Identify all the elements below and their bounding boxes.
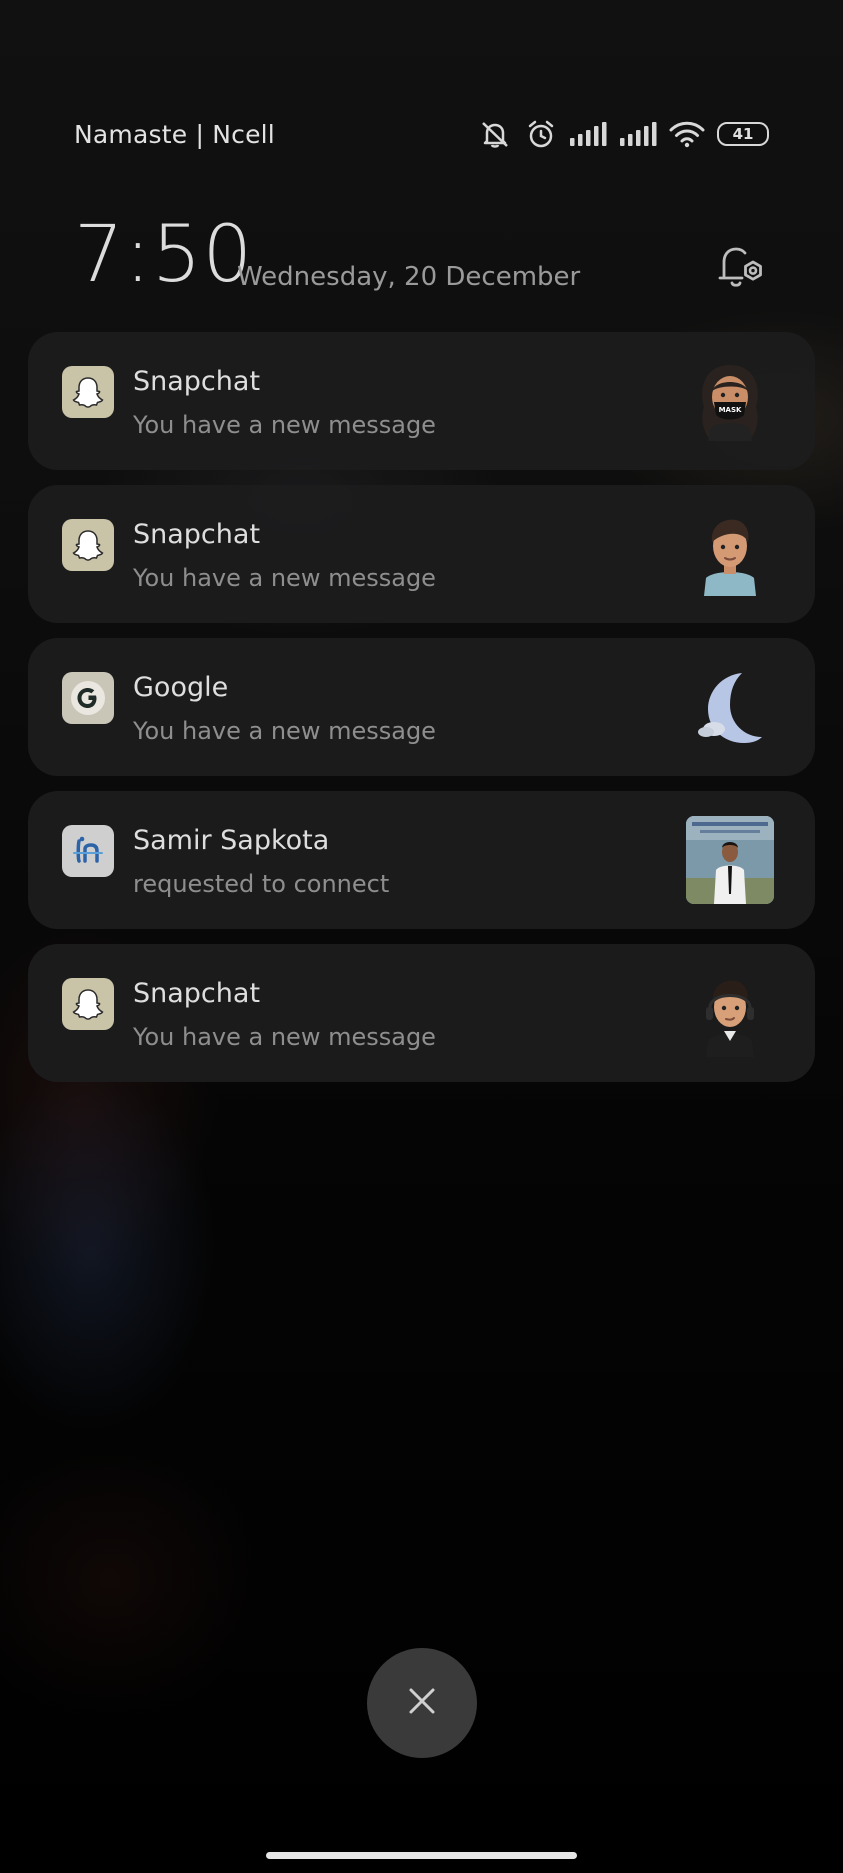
notification-app-name: Google — [133, 672, 229, 703]
profile-photo — [686, 816, 774, 904]
battery-level: 41 — [732, 125, 754, 143]
notification-card[interactable]: Snapchat You have a new message — [28, 485, 815, 623]
notification-card[interactable]: Samir Sapkota requested to connect — [28, 791, 815, 929]
notification-text: You have a new message — [133, 1023, 436, 1051]
notification-text: requested to connect — [133, 870, 390, 898]
notification-text: You have a new message — [133, 717, 436, 745]
notification-app-name: Samir Sapkota — [133, 825, 330, 856]
home-indicator[interactable] — [266, 1852, 577, 1859]
moon-icon — [686, 663, 774, 751]
notification-app-name: Snapchat — [133, 978, 261, 1009]
alarm-icon — [525, 119, 557, 149]
notification-settings-icon[interactable] — [714, 240, 768, 294]
signal-icon — [569, 121, 607, 147]
battery-icon: 41 — [717, 122, 769, 146]
date: Wednesday, 20 December — [237, 262, 581, 292]
notification-card[interactable]: Snapchat You have a new message — [28, 944, 815, 1082]
snapchat-icon — [62, 978, 114, 1030]
notification-list: Snapchat You have a new message MASK Sna… — [28, 332, 815, 1097]
silent-bell-icon — [477, 119, 513, 149]
snapchat-icon — [62, 366, 114, 418]
status-icons: 41 — [477, 119, 769, 149]
google-icon — [62, 672, 114, 724]
notification-card[interactable]: Google You have a new message — [28, 638, 815, 776]
bitmoji-headphones-avatar — [686, 969, 774, 1057]
signal-icon — [619, 121, 657, 147]
notification-text: You have a new message — [133, 564, 436, 592]
bitmoji-mask-avatar: MASK — [686, 357, 774, 445]
notification-app-name: Snapchat — [133, 519, 261, 550]
clock: 7:50 — [74, 210, 254, 300]
bitmoji-male-avatar — [686, 510, 774, 598]
notification-app-name: Snapchat — [133, 366, 261, 397]
svg-text:MASK: MASK — [719, 406, 742, 414]
close-icon — [407, 1686, 437, 1720]
clock-row: 7:50 Wednesday, 20 December — [74, 210, 774, 300]
notification-text: You have a new message — [133, 411, 436, 439]
wifi-icon — [669, 120, 705, 148]
linkedin-icon — [62, 825, 114, 877]
notification-card[interactable]: Snapchat You have a new message MASK — [28, 332, 815, 470]
status-bar: Namaste | Ncell 41 — [74, 112, 769, 156]
snapchat-icon — [62, 519, 114, 571]
carrier-name: Namaste | Ncell — [74, 119, 275, 149]
clear-notifications-button[interactable] — [367, 1648, 477, 1758]
